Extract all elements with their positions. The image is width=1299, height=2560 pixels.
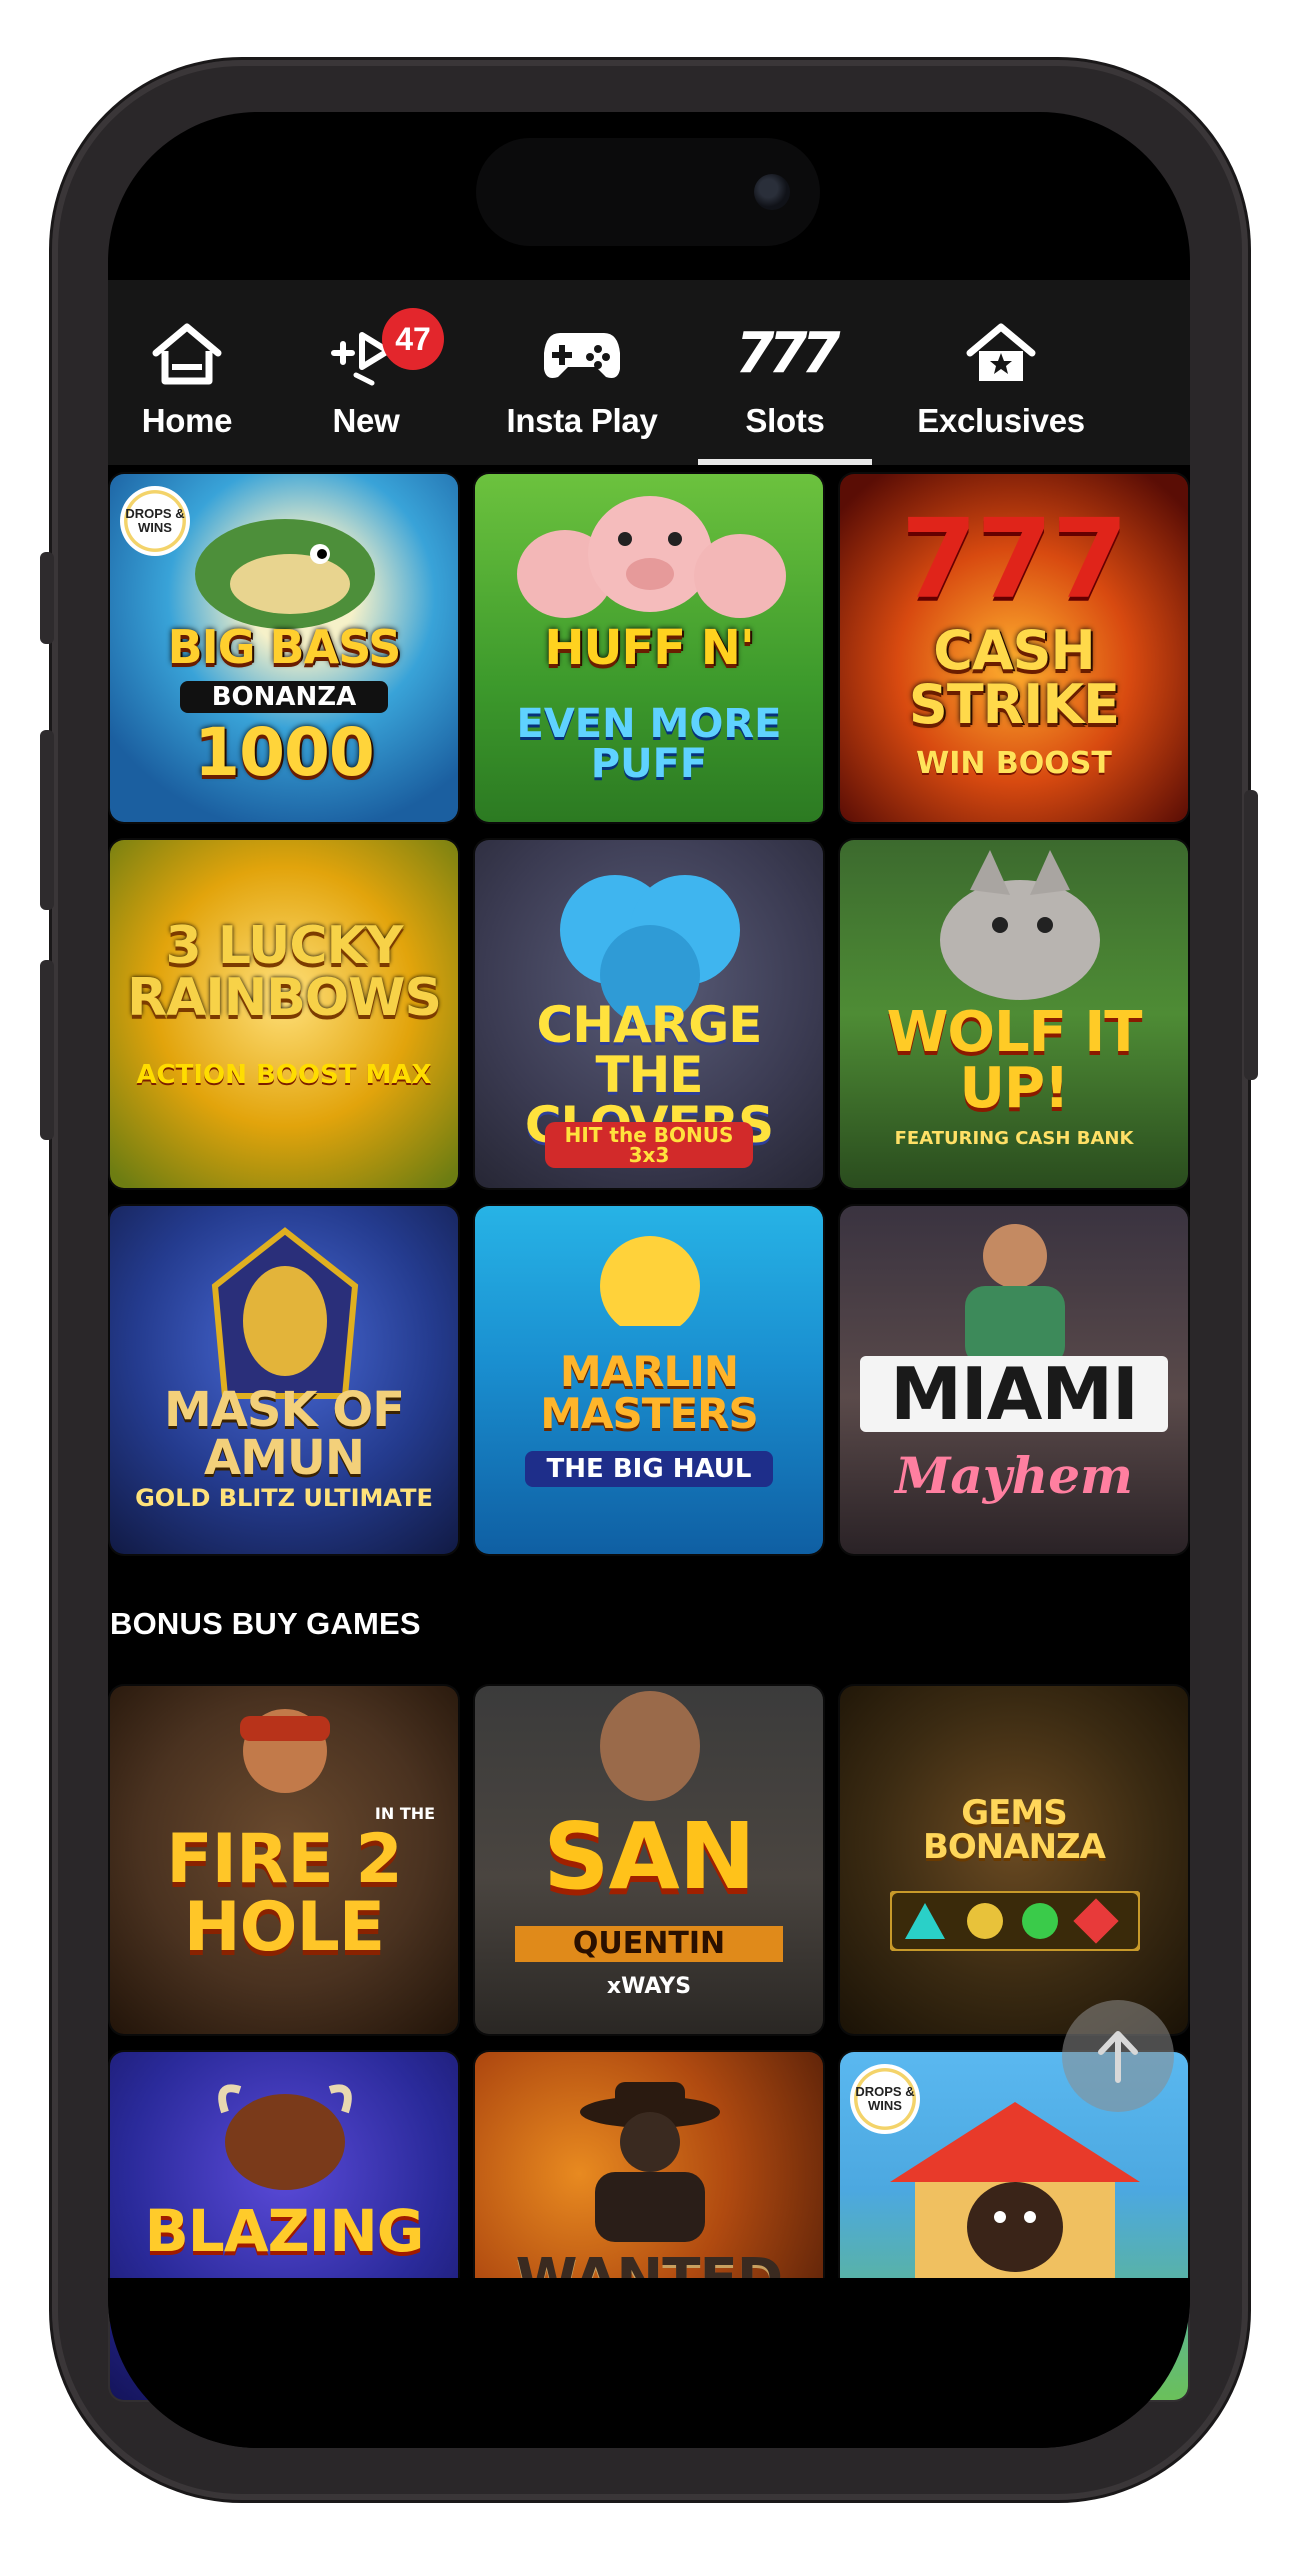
nav-item-exclusives[interactable]: Exclusives	[872, 280, 1130, 465]
nav-item-new[interactable]: New 47	[266, 280, 466, 465]
prisoner-illustration	[600, 1691, 700, 1801]
game-subtitle: GOLD BLITZ ULTIMATE	[135, 1484, 433, 1512]
volume-down-button	[40, 960, 54, 1140]
game-tile-charge-the-clovers[interactable]: CHARGE THE CLOVERS HIT the BONUS 3x3	[475, 840, 823, 1188]
game-subtitle: HIT the BONUS 3x3	[545, 1122, 753, 1168]
miner-illustration	[240, 1709, 330, 1793]
game-title: MARLIN MASTERS	[540, 1347, 758, 1438]
sun-icon	[600, 1236, 700, 1326]
sevens-graphic: 777	[900, 495, 1129, 623]
nav-label-slots: Slots	[745, 402, 825, 439]
game-title: GEMS BONANZA	[922, 1793, 1106, 1867]
game-subtitle: BONANZA	[180, 681, 388, 713]
bison-illustration	[218, 2084, 352, 2190]
game-tile-miami-mayhem[interactable]: MIAMI Mayhem	[840, 1206, 1188, 1554]
drops-and-wins-badge: DROPS & WINS	[120, 486, 190, 556]
game-subtitle: FEATURING CASH BANK	[894, 1128, 1134, 1149]
house-star-icon	[964, 320, 1038, 388]
nav-item-slots[interactable]: 777 Slots	[698, 280, 872, 465]
game-tile-san-quentin[interactable]: SAN QUENTIN xWAYS	[475, 1686, 823, 2034]
game-tile-marlin-masters[interactable]: MARLIN MASTERS THE BIG HAUL	[475, 1206, 823, 1554]
section-title-bonus-buy: BONUS BUY GAMES	[110, 1606, 421, 1641]
game-title: WOLF IT UP!	[886, 1000, 1143, 1121]
game-title: FIRE 2 HOLE	[166, 1820, 403, 1967]
drops-and-wins-badge: DROPS & WINS	[850, 2064, 920, 2134]
scroll-to-top-button[interactable]	[1062, 2000, 1174, 2112]
game-subtitle: IN THE	[374, 1804, 436, 1823]
volume-up-button	[40, 730, 54, 910]
nav-label-new: New	[332, 402, 400, 439]
game-tile-3-lucky-rainbows[interactable]: 3 LUCKY RAINBOWS ACTION BOOST MAX	[110, 840, 458, 1188]
nav-item-home[interactable]: Home	[108, 280, 266, 465]
pigs-illustration	[517, 496, 786, 618]
home-icon	[150, 320, 224, 388]
game-tile-fire-in-the-hole-2[interactable]: FIRE 2 HOLE IN THE	[110, 1686, 458, 2034]
slots-777-icon: 777	[735, 320, 841, 388]
game-extra: 1000	[194, 714, 375, 791]
nav-item-insta-play[interactable]: Insta Play	[466, 280, 698, 465]
power-button	[1244, 790, 1258, 1080]
nav-label-insta-play: Insta Play	[506, 402, 658, 439]
game-title: MIAMI	[860, 1356, 1168, 1432]
cowboy-illustration	[580, 2082, 720, 2242]
game-title: HUFF N'	[544, 620, 754, 676]
pharaoh-mask-icon	[211, 1227, 359, 1399]
game-tile-wolf-it-up[interactable]: WOLF IT UP! FEATURING CASH BANK	[840, 840, 1188, 1188]
game-title: BLAZING	[144, 2197, 425, 2265]
active-tab-indicator	[698, 459, 872, 465]
game-tile-gems-bonanza[interactable]: GEMS BONANZA	[840, 1686, 1188, 2034]
game-subtitle: THE BIG HAUL	[525, 1451, 773, 1487]
game-subtitle: QUENTIN	[515, 1926, 783, 1962]
game-tile-cash-strike-win-boost[interactable]: 777 CASH STRIKE WIN BOOST	[840, 474, 1188, 822]
gamepad-icon	[542, 320, 622, 388]
nav-label-exclusives: Exclusives	[917, 402, 1085, 439]
game-subtitle: EVEN MORE PUFF	[516, 701, 782, 787]
game-title: SAN	[543, 1803, 755, 1910]
game-title: CASH STRIKE	[908, 619, 1120, 736]
game-title: 3 LUCKY RAINBOWS	[127, 916, 442, 1028]
game-tile-huff-n-even-more-puff[interactable]: HUFF N' EVEN MORE PUFF	[475, 474, 823, 822]
action-button	[40, 552, 54, 644]
nav-label-home: Home	[141, 402, 233, 439]
game-extra: xWAYS	[606, 1974, 692, 1999]
game-tile-big-bass-bonanza-1000[interactable]: DROPS & WINS BIG BASS BONANZA 1000	[110, 474, 458, 822]
game-subtitle: ACTION BOOST MAX	[136, 1060, 432, 1090]
character-illustration	[965, 1224, 1065, 1366]
game-subtitle: Mayhem	[895, 1446, 1133, 1505]
screen-bottom-area	[108, 2278, 1190, 2448]
game-subtitle: WIN BOOST	[916, 746, 1112, 781]
new-count-badge: 47	[382, 308, 444, 370]
camera-icon	[754, 174, 790, 210]
dynamic-island	[476, 138, 820, 246]
game-title: MASK OF AMUN	[164, 1382, 405, 1486]
slots-glyph: 777	[735, 321, 841, 386]
category-nav: Home New 47 Insta Play 777 Slots Exclusi…	[108, 280, 1190, 465]
game-title: BIG BASS	[167, 620, 402, 674]
wolf-illustration	[940, 850, 1100, 1000]
arrow-up-icon	[1098, 2031, 1138, 2083]
game-tile-mask-of-amun[interactable]: MASK OF AMUN GOLD BLITZ ULTIMATE	[110, 1206, 458, 1554]
gems-row-icon	[890, 1891, 1140, 1951]
